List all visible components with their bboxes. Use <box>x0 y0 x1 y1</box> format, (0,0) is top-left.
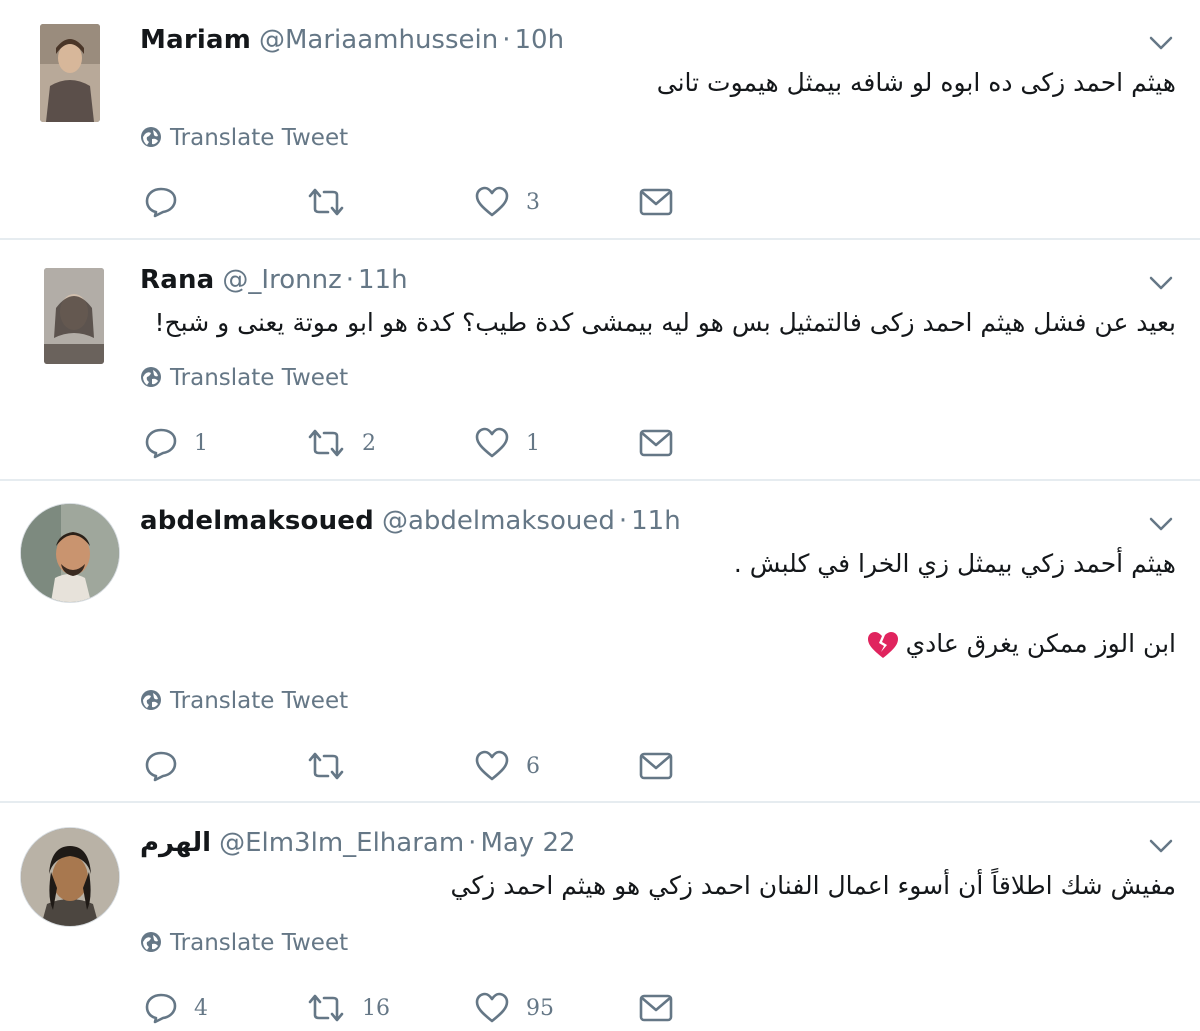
display-name[interactable]: Rana <box>140 265 214 295</box>
reply-count: 1 <box>194 430 208 456</box>
translate-label: Translate Tweet <box>170 930 349 956</box>
direct-message-button[interactable] <box>638 423 674 463</box>
globe-icon <box>140 126 162 148</box>
timestamp[interactable]: 11h <box>631 506 681 536</box>
user-handle[interactable]: @abdelmaksoued <box>382 506 615 536</box>
translate-label: Translate Tweet <box>170 365 349 391</box>
like-button[interactable]: 1 <box>474 423 540 463</box>
like-count: 6 <box>526 753 540 779</box>
like-count: 3 <box>526 189 540 215</box>
tweet-actions: 1 2 1 <box>0 423 1200 463</box>
retweet-button[interactable]: 16 <box>306 988 390 1028</box>
heart-icon <box>474 749 510 783</box>
translate-tweet-link[interactable]: Translate Tweet <box>140 687 348 715</box>
heart-icon <box>474 991 510 1025</box>
translate-tweet-link[interactable]: Translate Tweet <box>140 929 348 957</box>
reply-button[interactable] <box>144 182 194 222</box>
retweet-icon <box>306 749 346 783</box>
retweet-icon <box>306 991 346 1025</box>
separator-dot: · <box>468 828 477 858</box>
user-handle[interactable]: @Elm3lm_Elharam <box>219 828 464 858</box>
envelope-icon <box>638 750 674 782</box>
tweet-actions: 3 <box>0 182 1200 222</box>
tweet-text: هيثم احمد زكى ده ابوه لو شافه بيمثل هيمو… <box>656 68 1176 97</box>
translate-label: Translate Tweet <box>170 125 349 151</box>
like-count: 95 <box>526 995 554 1021</box>
tweet-text: مفيش شك اطلاقاً أن أسوء اعمال الفنان احم… <box>450 871 1176 900</box>
direct-message-button[interactable] <box>638 746 674 786</box>
tweet-text: بعيد عن فشل هيثم احمد زكى فالتمثيل بس هو… <box>154 308 1176 337</box>
reply-count: 4 <box>194 995 208 1021</box>
translate-label: Translate Tweet <box>170 688 349 714</box>
tweet-text: هيثم أحمد زكي بيمثل زي الخرا في كلبش . <box>733 549 1176 578</box>
tweet[interactable]: abdelmaksoued @abdelmaksoued · 11h هيثم أحم… <box>0 481 1200 803</box>
translate-tweet-link[interactable]: Translate Tweet <box>140 124 348 152</box>
reply-icon <box>144 426 178 460</box>
tweet-text-line-2: ابن الوز ممكن يغرق عادي <box>866 627 1176 661</box>
avatar[interactable] <box>20 827 120 927</box>
retweet-count: 16 <box>362 995 390 1021</box>
envelope-icon <box>638 992 674 1024</box>
globe-icon <box>140 689 162 711</box>
direct-message-button[interactable] <box>638 182 674 222</box>
heart-icon <box>474 185 510 219</box>
globe-icon <box>140 366 162 388</box>
like-button[interactable]: 3 <box>474 182 540 222</box>
retweet-icon <box>306 426 346 460</box>
envelope-icon <box>638 186 674 218</box>
like-button[interactable]: 6 <box>474 746 540 786</box>
user-handle[interactable]: @_Ironnz <box>222 265 341 295</box>
timestamp[interactable]: 10h <box>514 25 564 55</box>
reply-button[interactable] <box>144 746 194 786</box>
tweet-text-content: ابن الوز ممكن يغرق عادي <box>905 629 1176 658</box>
avatar[interactable] <box>44 268 104 364</box>
separator-dot: · <box>618 506 628 536</box>
envelope-icon <box>638 427 674 459</box>
translate-tweet-link[interactable]: Translate Tweet <box>140 364 348 392</box>
retweet-button[interactable] <box>306 746 362 786</box>
tweet[interactable]: Mariam @Mariaamhussein · 10h هيثم احمد زكى … <box>0 0 1200 240</box>
chevron-down-icon[interactable] <box>1148 837 1174 855</box>
reply-icon <box>144 991 178 1025</box>
tweet-actions: 4 16 95 <box>0 988 1200 1028</box>
separator-dot: · <box>345 265 354 295</box>
chevron-down-icon[interactable] <box>1148 515 1174 533</box>
chevron-down-icon[interactable] <box>1148 34 1174 52</box>
reply-icon <box>144 185 178 219</box>
broken-heart-emoji <box>866 630 900 660</box>
display-name[interactable]: الهرم <box>140 828 211 858</box>
display-name[interactable]: Mariam <box>140 25 251 55</box>
retweet-button[interactable] <box>306 182 362 222</box>
separator-dot: · <box>502 25 511 55</box>
retweet-count: 2 <box>362 430 376 456</box>
tweet-actions: 6 <box>0 746 1200 786</box>
user-handle[interactable]: @Mariaamhussein <box>259 25 498 55</box>
avatar[interactable] <box>40 24 100 122</box>
retweet-icon <box>306 185 346 219</box>
reply-button[interactable]: 4 <box>144 988 208 1028</box>
timestamp[interactable]: May 22 <box>480 828 575 858</box>
retweet-button[interactable]: 2 <box>306 423 376 463</box>
timestamp[interactable]: 11h <box>358 265 408 295</box>
like-count: 1 <box>526 430 540 456</box>
tweet[interactable]: Rana @_Ironnz · 11h بعيد عن فشل هيثم احمد ز… <box>0 240 1200 481</box>
reply-button[interactable]: 1 <box>144 423 208 463</box>
heart-icon <box>474 426 510 460</box>
display-name[interactable]: abdelmaksoued <box>140 506 374 536</box>
chevron-down-icon[interactable] <box>1148 274 1174 292</box>
direct-message-button[interactable] <box>638 988 674 1028</box>
globe-icon <box>140 931 162 953</box>
like-button[interactable]: 95 <box>474 988 554 1028</box>
tweet[interactable]: الهرم @Elm3lm_Elharam · May 22 مفيش شك اطلا… <box>0 803 1200 1031</box>
avatar[interactable] <box>20 503 120 603</box>
reply-icon <box>144 749 178 783</box>
